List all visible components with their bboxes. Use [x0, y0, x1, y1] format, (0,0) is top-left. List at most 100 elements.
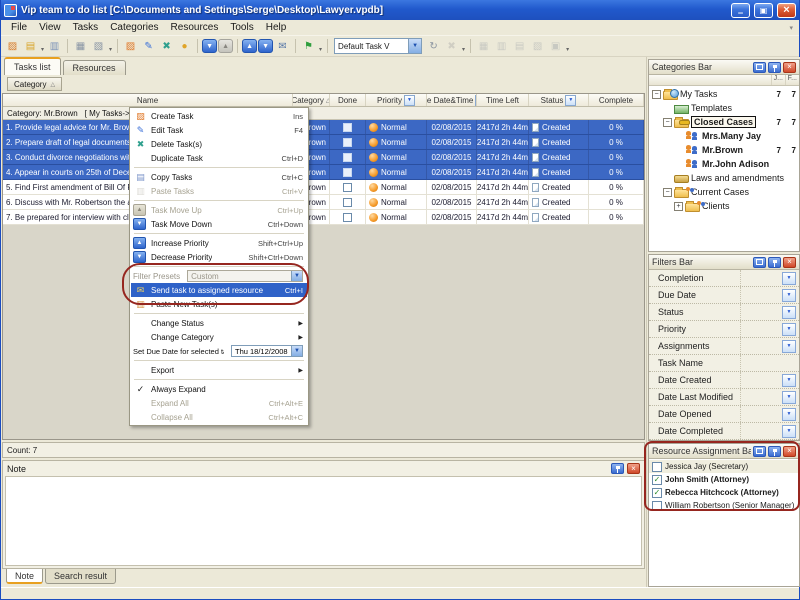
done-checkbox[interactable]: [343, 213, 352, 222]
chevron-down-icon[interactable]: ▼: [291, 346, 302, 356]
sidebar-item-laws-and-amendments[interactable]: Laws and amendments: [649, 171, 799, 185]
menu-categories[interactable]: Categories: [104, 21, 164, 34]
menu-tools[interactable]: Tools: [224, 21, 259, 34]
filter-row-task-name[interactable]: Task Name: [649, 355, 799, 372]
column-header-category[interactable]: Category△: [293, 94, 330, 106]
tree-expander[interactable]: +: [674, 202, 683, 211]
sidebar-item-mrs-many-jay[interactable]: Mrs.Many Jay: [649, 129, 799, 143]
create-task-icon[interactable]: ▨: [122, 38, 139, 54]
chevron-down-icon[interactable]: ▼: [782, 340, 796, 353]
filter-row-status[interactable]: Status▼: [649, 304, 799, 321]
context-menu-item-increase-priority[interactable]: ▲Increase PriorityShift+Ctrl+Up: [131, 236, 307, 250]
toolbar-overflow-icon[interactable]: ▾: [108, 46, 113, 53]
sidebar-item-current-cases[interactable]: −Current Cases: [649, 185, 799, 199]
resource-item-jessica-jay-secretary[interactable]: Jessica Jay (Secretary): [649, 460, 799, 473]
resource-checkbox[interactable]: [652, 462, 662, 472]
resource-item-william-robertson-senior-manager[interactable]: William Robertson (Senior Manager): [649, 499, 799, 512]
table-row[interactable]: 4. Appear in courts on 25th of DecemMr.B…: [3, 165, 644, 180]
menu-help[interactable]: Help: [260, 21, 293, 34]
table-row[interactable]: 6. Discuss with Mr. Robertson the amMr.B…: [3, 195, 644, 210]
menu-tasks[interactable]: Tasks: [67, 21, 105, 34]
context-menu-item-delete-task-s[interactable]: ✖Delete Task(s): [131, 137, 307, 151]
filter-dropdown-icon[interactable]: ▼: [565, 95, 576, 106]
done-checkbox[interactable]: [343, 198, 352, 207]
context-menu-item-edit-task[interactable]: ✎Edit TaskF4: [131, 123, 307, 137]
window-shade-icon[interactable]: [753, 446, 766, 457]
chevron-down-icon[interactable]: ▼: [782, 374, 796, 387]
filter-row-assignments[interactable]: Assignments▼: [649, 338, 799, 355]
flag-icon[interactable]: ⚑: [300, 38, 317, 54]
print-preview-icon[interactable]: ▧: [90, 38, 107, 54]
tab-tasks-list[interactable]: Tasks list: [4, 57, 61, 75]
resource-item-rebecca-hitchcock-attorney[interactable]: ✓Rebecca Hitchcock (Attorney): [649, 486, 799, 499]
decrease-priority-icon[interactable]: ▼: [258, 39, 273, 53]
table-row[interactable]: 1. Provide legal advice for Mr. BrownMr.…: [3, 120, 644, 135]
column-header-due-date-time[interactable]: Due Date&Time▼: [427, 94, 477, 106]
tree-expander[interactable]: −: [663, 118, 672, 127]
key-icon[interactable]: ●: [176, 38, 193, 54]
sidebar-item-mr-john-adison[interactable]: Mr.John Adison: [649, 157, 799, 171]
sidebar-item-closed-cases[interactable]: −Closed Cases77: [649, 115, 799, 129]
table-row[interactable]: 5. Find First amendment of Bill Of RighM…: [3, 180, 644, 195]
filter-row-priority[interactable]: Priority▼: [649, 321, 799, 338]
pin-icon[interactable]: [768, 257, 781, 268]
tab-search-result[interactable]: Search result: [45, 569, 116, 584]
close-icon[interactable]: ×: [783, 62, 796, 73]
context-menu-item-copy-tasks[interactable]: ▤Copy TasksCtrl+C: [131, 170, 307, 184]
menu-resources[interactable]: Resources: [165, 21, 225, 34]
toolbar-overflow-icon[interactable]: ▾: [565, 46, 570, 53]
tab-resources[interactable]: Resources: [63, 60, 126, 75]
toolbar-overflow-icon[interactable]: ▾: [40, 46, 45, 53]
column-header-done[interactable]: Done: [330, 94, 366, 106]
close-icon[interactable]: ×: [783, 257, 796, 268]
column-header-status[interactable]: Status▼: [529, 94, 589, 106]
close-button[interactable]: ×: [777, 3, 796, 18]
done-checkbox[interactable]: [343, 153, 352, 162]
toolbar-overflow-icon[interactable]: ▾: [318, 46, 323, 53]
table-row[interactable]: 7. Be prepared for interview with clienM…: [3, 210, 644, 225]
menu-view[interactable]: View: [33, 21, 67, 34]
context-menu-item-change-status[interactable]: Change Status▶: [131, 316, 307, 330]
resource-item-john-smith-attorney[interactable]: ✓John Smith (Attorney): [649, 473, 799, 486]
tab-note[interactable]: Note: [6, 569, 43, 584]
filter-row-date-opened[interactable]: Date Opened▼: [649, 406, 799, 423]
done-checkbox[interactable]: [343, 168, 352, 177]
pin-icon[interactable]: [768, 62, 781, 73]
increase-priority-icon[interactable]: ▲: [242, 39, 257, 53]
context-menu-item-always-expand[interactable]: ✓Always Expand: [131, 382, 307, 396]
context-menu-item-decrease-priority[interactable]: ▼Decrease PriorityShift+Ctrl+Down: [131, 250, 307, 264]
chevron-down-icon[interactable]: ▼: [782, 306, 796, 319]
chevron-down-icon[interactable]: ▼: [782, 425, 796, 438]
menu-overflow-icon[interactable]: ▾: [789, 24, 795, 32]
filter-row-date-last-modified[interactable]: Date Last Modified▼: [649, 389, 799, 406]
chevron-down-icon[interactable]: ▼: [782, 289, 796, 302]
context-menu-item-create-task[interactable]: ▨Create TaskIns: [131, 109, 307, 123]
sidebar-item-my-tasks[interactable]: −My Tasks77: [649, 87, 799, 101]
context-menu-item-change-category[interactable]: Change Category▶: [131, 330, 307, 344]
chevron-down-icon[interactable]: ▼: [782, 391, 796, 404]
send-task-icon[interactable]: ✉: [274, 38, 291, 54]
resource-checkbox[interactable]: ✓: [652, 475, 662, 485]
pin-icon[interactable]: [768, 446, 781, 457]
restore-button[interactable]: ▣: [754, 3, 773, 18]
chevron-down-icon[interactable]: ▼: [782, 272, 796, 285]
resource-checkbox[interactable]: [652, 501, 662, 511]
window-shade-icon[interactable]: [753, 62, 766, 73]
done-checkbox[interactable]: [343, 138, 352, 147]
filter-row-date-completed[interactable]: Date Completed▼: [649, 423, 799, 440]
column-header-complete[interactable]: Complete: [589, 94, 644, 106]
tree-expander[interactable]: −: [652, 90, 661, 99]
task-view-combobox[interactable]: Default Task V▼: [334, 38, 422, 54]
apply-view-icon[interactable]: ↻: [425, 38, 442, 54]
table-row[interactable]: 2. Prepare draft of legal documents foMr…: [3, 135, 644, 150]
task-move-down-icon[interactable]: ▼: [202, 39, 217, 53]
window-shade-icon[interactable]: [753, 257, 766, 268]
context-menu-item-task-move-down[interactable]: ▼Task Move DownCtrl+Down: [131, 217, 307, 231]
filter-row-date-created[interactable]: Date Created▼: [649, 372, 799, 389]
chevron-down-icon[interactable]: ▼: [782, 408, 796, 421]
new-list-icon[interactable]: ▨: [4, 38, 21, 54]
due-date-combobox[interactable]: Thu 18/12/2008▼: [231, 345, 303, 357]
edit-task-icon[interactable]: ✎: [140, 38, 157, 54]
note-input[interactable]: [5, 476, 642, 566]
save-icon[interactable]: ▥: [46, 38, 63, 54]
